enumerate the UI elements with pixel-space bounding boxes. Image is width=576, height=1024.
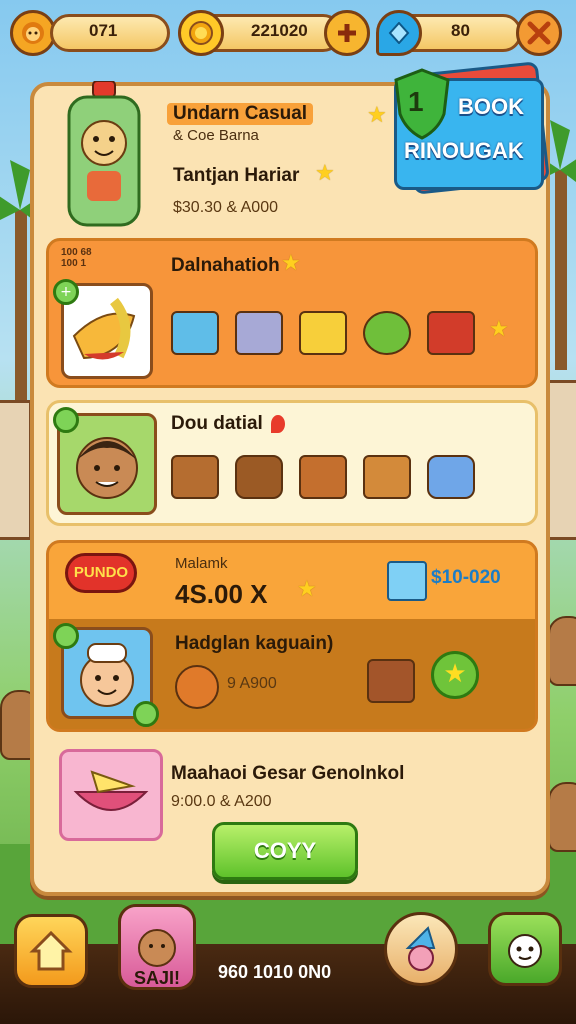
chest-icon (299, 455, 347, 499)
bottle-character-icon (67, 81, 141, 227)
resource-3-value: 80 (451, 21, 470, 40)
tag-icon (53, 407, 79, 433)
dog-face-icon (138, 929, 176, 967)
blue-chest-icon (171, 311, 219, 355)
tools-icon[interactable] (516, 10, 562, 56)
house-right (546, 380, 576, 540)
pin-icon (271, 415, 285, 433)
plus-icon[interactable] (324, 10, 370, 56)
offer-card-2[interactable]: 100 68 100 1 + Dalnahatioh ★ ★ (46, 238, 538, 388)
cake-slice-icon (73, 770, 149, 811)
cheese-icon (299, 311, 347, 355)
chocolate-icon (367, 659, 415, 703)
pretzel-icon (175, 665, 219, 709)
resource-2-value: 221020 (251, 21, 308, 40)
offer-4-price: 9 A900 (227, 675, 277, 692)
plus-badge-icon[interactable]: + (53, 279, 79, 305)
shop-panel: Undarn Casual & Coe Barna ★ Tantjan Hari… (30, 61, 550, 896)
offer-1-title: Undarn Casual (167, 103, 314, 125)
pet-label: SAJI! (134, 968, 181, 988)
cake-portrait (59, 749, 163, 841)
badge-line-1: 100 68 (61, 247, 92, 258)
gift-box-icon (363, 455, 411, 499)
dog-right-bottom (548, 782, 576, 852)
crate-icon (171, 455, 219, 499)
sparkle-icon: ★ (489, 317, 509, 342)
badge-text: 100 68 100 1 (61, 247, 92, 269)
offer-3-name: Dou datial (171, 413, 263, 434)
gem-icon (376, 10, 422, 56)
red-chest-icon (427, 311, 475, 355)
home-icon[interactable] (14, 914, 88, 988)
offer-4-amount: 4S.00 X (175, 579, 268, 609)
banana-icon (72, 297, 136, 360)
resource-1-value: 071 (89, 21, 118, 40)
dog-right-top (548, 616, 576, 686)
promo-number: 1 (408, 86, 424, 117)
basket-icon (235, 455, 283, 499)
friend-icon[interactable] (488, 912, 562, 986)
top-resource-bar: 071 221020 80 (10, 8, 566, 58)
house-left (0, 400, 32, 540)
star-icon: ★ (315, 161, 335, 186)
resource-counter-1: 071 (50, 14, 170, 52)
offer-4-price-tag: $10-020 (431, 567, 501, 588)
star-button-icon[interactable]: ★ (431, 651, 479, 699)
promo-line-2: RINOUGAK (404, 138, 524, 163)
star-icon: ★ (367, 103, 387, 128)
copy-button[interactable]: COYY (212, 822, 358, 880)
coin-icon (178, 10, 224, 56)
promo-line-1: BOOK (458, 94, 524, 119)
badge-line-2: 100 1 (61, 258, 87, 269)
offer-2-name: Dalnahatioh (171, 255, 280, 276)
robot-icon (427, 455, 475, 499)
boy-avatar-icon (76, 437, 138, 499)
ice-cube-icon (387, 561, 427, 601)
purple-box-icon (235, 311, 283, 355)
bottom-nav-bar: SAJI! 960 1010 0N0 (0, 904, 576, 1024)
plus-icon[interactable] (53, 623, 79, 649)
fruit-leaf-icon (363, 311, 411, 355)
offer-5-name: Maahaoi Gesar Genolnkol (171, 763, 405, 784)
promo-book-sign[interactable]: 1 BOOK RINOUGAK (388, 61, 552, 202)
offer-4-title: Malamk (175, 555, 228, 572)
star-icon: ★ (297, 577, 317, 602)
play-icon[interactable] (133, 701, 159, 727)
star-icon: ★ (281, 251, 301, 276)
offer-1-price: $30.30 & A000 (173, 199, 278, 216)
offer-1-name: Tantjan Hariar (173, 165, 300, 186)
offer-4-name: Hadglan kaguain) (175, 633, 334, 654)
sale-badge: PUNDO (65, 553, 137, 593)
wizard-icon[interactable] (384, 912, 458, 986)
offer-card-4[interactable]: PUNDO Malamk 4S.00 X ★ $10-020 Hadglan k… (46, 540, 538, 732)
offer-5-price: 9:00.0 & A200 (171, 793, 272, 810)
bottom-counts: 960 1010 0N0 (218, 962, 332, 982)
offer-card-3[interactable]: Dou datial (46, 400, 538, 526)
offer-1-subtitle: & Coe Barna (173, 127, 259, 144)
